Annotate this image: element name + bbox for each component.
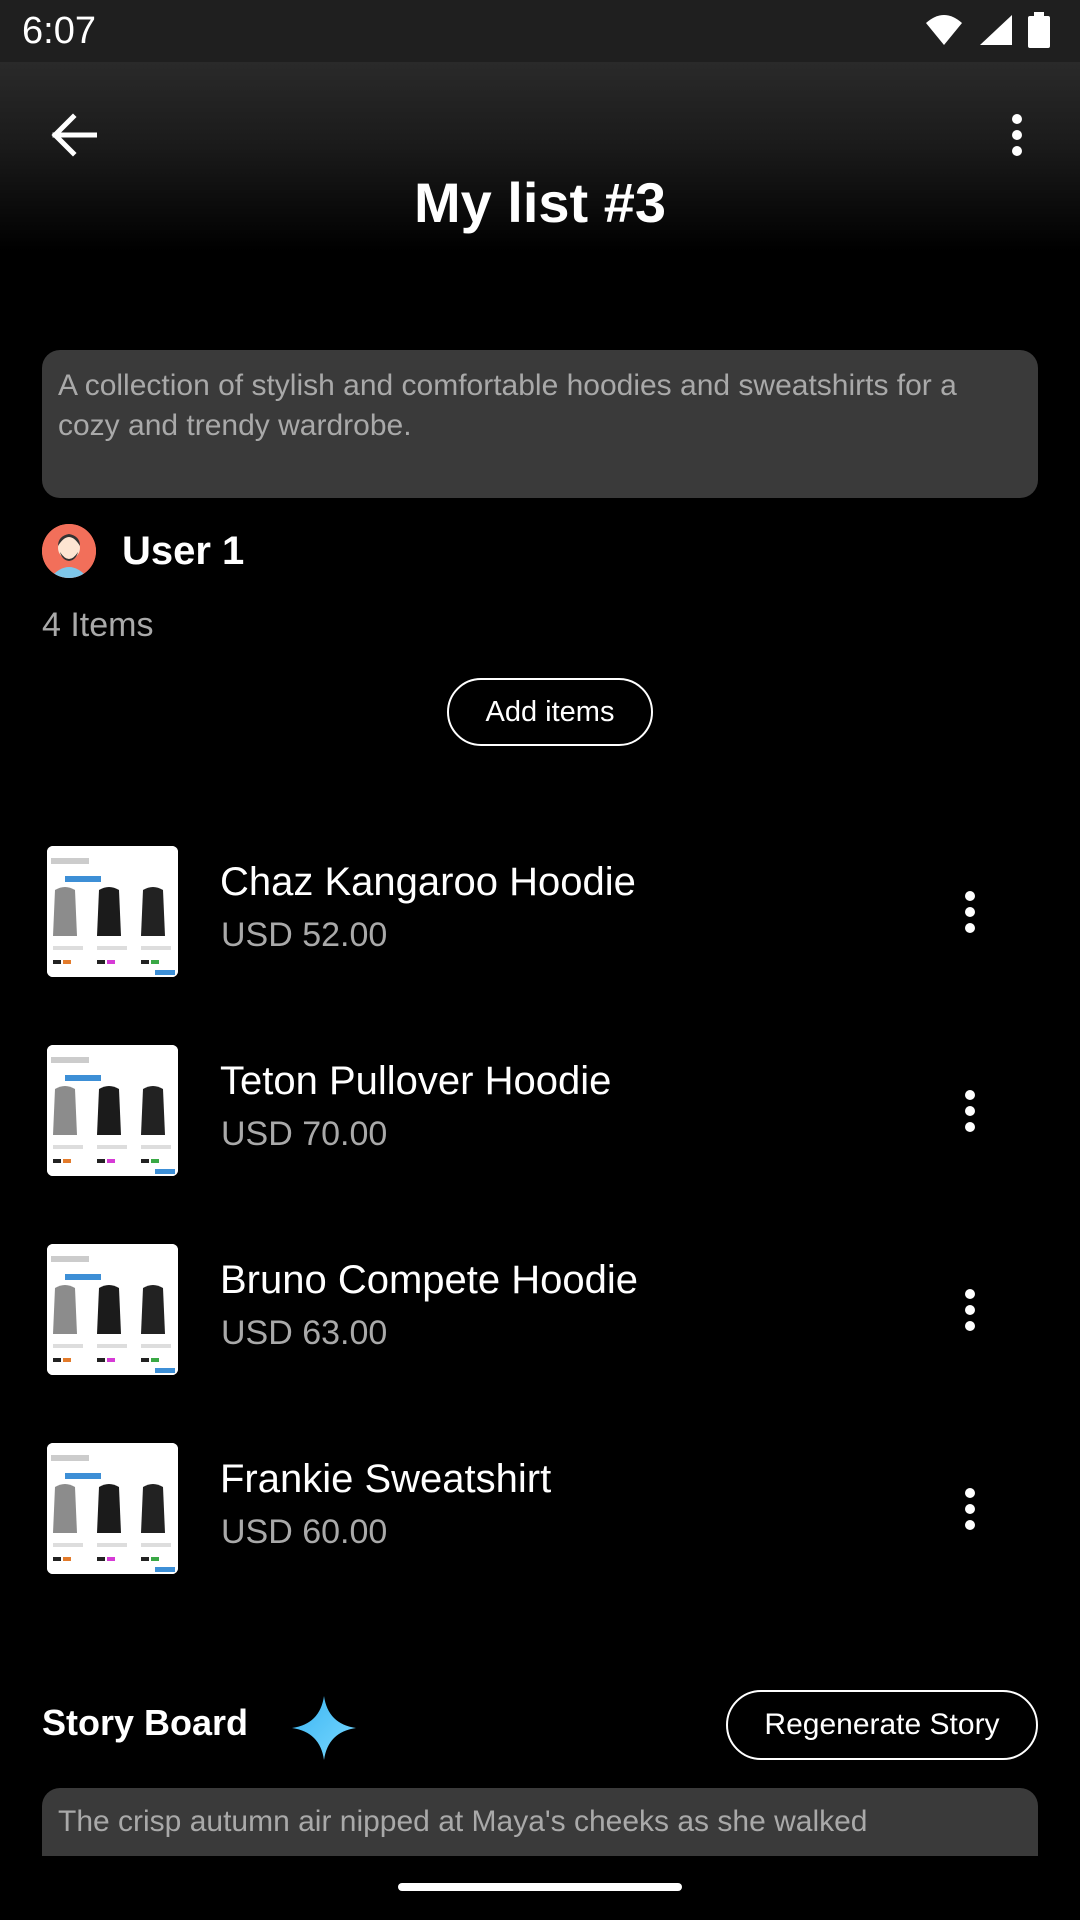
user-row: User 1 (42, 524, 244, 578)
arrow-back-icon (51, 113, 97, 157)
header: My list #3 (0, 62, 1080, 252)
item-price: USD 70.00 (221, 1115, 388, 1153)
more-vertical-icon (965, 1090, 975, 1132)
page-title: My list #3 (413, 171, 667, 234)
add-items-button[interactable]: Add items (447, 678, 653, 746)
list-item[interactable]: Chaz Kangaroo Hoodie USD 52.00 (0, 820, 1080, 1019)
status-time: 6:07 (22, 10, 96, 52)
item-name: Chaz Kangaroo Hoodie (220, 860, 636, 904)
back-button[interactable] (40, 102, 106, 168)
story-text: The crisp autumn air nipped at Maya's ch… (58, 1805, 868, 1838)
more-vertical-icon (1012, 114, 1022, 156)
avatar (42, 524, 96, 578)
product-thumbnail (47, 1045, 178, 1176)
home-indicator[interactable] (398, 1883, 682, 1891)
list-item[interactable]: Frankie Sweatshirt USD 60.00 (0, 1417, 1080, 1616)
more-vertical-icon (965, 1289, 975, 1331)
description-text: A collection of stylish and comfortable … (58, 369, 957, 442)
signal-icon (980, 15, 1012, 45)
item-count: 4 Items (42, 606, 154, 644)
story-box[interactable]: The crisp autumn air nipped at Maya's ch… (42, 1788, 1038, 1856)
more-options-button[interactable] (984, 102, 1050, 168)
battery-icon (1028, 12, 1050, 48)
more-vertical-icon (965, 891, 975, 933)
item-name: Bruno Compete Hoodie (220, 1258, 639, 1302)
item-options-button[interactable] (940, 1081, 1000, 1141)
item-options-button[interactable] (940, 882, 1000, 942)
item-price: USD 52.00 (221, 916, 388, 954)
product-thumbnail (47, 1443, 178, 1574)
sparkle-icon (292, 1696, 356, 1760)
list-item[interactable]: Teton Pullover Hoodie USD 70.00 (0, 1019, 1080, 1218)
item-price: USD 60.00 (221, 1513, 388, 1551)
item-name: Teton Pullover Hoodie (220, 1059, 612, 1103)
product-thumbnail (47, 1244, 178, 1375)
status-bar: 6:07 (0, 0, 1080, 62)
more-vertical-icon (965, 1488, 975, 1530)
wifi-icon (926, 15, 962, 45)
item-price: USD 63.00 (221, 1314, 388, 1352)
items-list: Chaz Kangaroo Hoodie USD 52.00 Teton Pul… (0, 820, 1080, 1616)
list-item[interactable]: Bruno Compete Hoodie USD 63.00 (0, 1218, 1080, 1417)
item-options-button[interactable] (940, 1280, 1000, 1340)
status-icons (924, 12, 1050, 48)
item-options-button[interactable] (940, 1479, 1000, 1539)
description-box[interactable]: A collection of stylish and comfortable … (42, 350, 1038, 498)
regenerate-story-button[interactable]: Regenerate Story (726, 1690, 1038, 1760)
story-board-title: Story Board (42, 1702, 249, 1743)
product-thumbnail (47, 846, 178, 977)
user-name: User 1 (122, 528, 245, 573)
item-name: Frankie Sweatshirt (220, 1457, 552, 1501)
